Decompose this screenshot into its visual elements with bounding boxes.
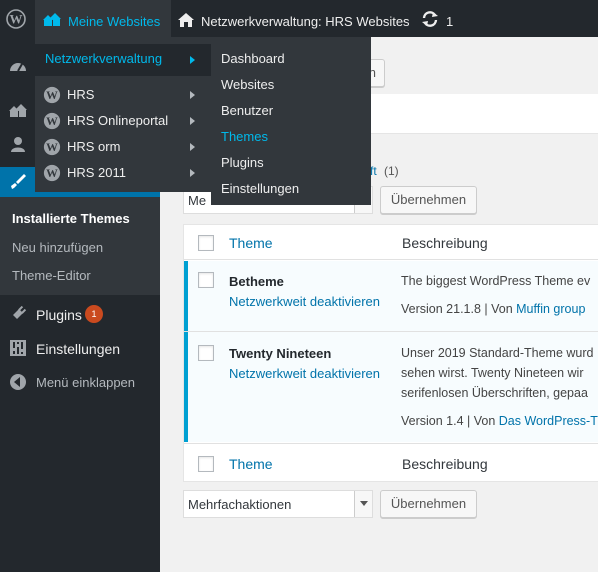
submenu-installed-themes[interactable]: Installierte Themes (12, 211, 130, 226)
column-theme-header[interactable]: Theme (229, 235, 273, 251)
chevron-right-icon (190, 56, 195, 64)
apply-button-bottom[interactable]: Übernehmen (380, 490, 477, 518)
row-checkbox[interactable] (198, 345, 214, 361)
theme-description-line: serifenlosen Überschriften, gepaa (401, 386, 588, 400)
site-label: HRS 2011 (67, 165, 127, 180)
sidebar-item-settings[interactable]: Einstellungen (36, 341, 120, 357)
network-admin-title[interactable]: Netzwerkverwaltung: HRS Websites (201, 14, 410, 29)
my-sites-menu[interactable]: Meine Websites (35, 0, 171, 37)
theme-name: Betheme (229, 274, 284, 289)
site-item-hrs-orm[interactable]: W HRS orm (35, 134, 211, 160)
chevron-right-icon (190, 169, 195, 177)
wordpress-icon: W (43, 86, 61, 104)
dashboard-icon[interactable] (8, 57, 28, 77)
network-admin-label: Netzwerkverwaltung (45, 51, 163, 66)
wordpress-icon: W (43, 164, 61, 182)
updates-icon[interactable] (421, 11, 439, 27)
wordpress-icon: W (43, 112, 61, 130)
select-all-checkbox-bottom[interactable] (198, 456, 214, 472)
author-link[interactable]: Muffin group (516, 302, 585, 316)
site-item-hrs-2011[interactable]: W HRS 2011 (35, 160, 211, 186)
version-text: Version 1.4 | Von (401, 414, 499, 428)
updates-count[interactable]: 1 (446, 14, 453, 29)
table-row: Twenty Nineteen Netzwerkweit deaktiviere… (184, 332, 598, 442)
author-link[interactable]: Das WordPress-T (499, 414, 598, 428)
theme-description-line: Unser 2019 Standard-Theme wurd (401, 346, 594, 360)
home-icon[interactable] (177, 12, 195, 28)
theme-version: Version 1.4 | Von Das WordPress-T (401, 414, 598, 428)
svg-text:W: W (10, 12, 23, 27)
wordpress-icon: W (43, 138, 61, 156)
svg-text:W: W (46, 141, 58, 154)
menu-item-dashboard[interactable]: Dashboard (221, 51, 285, 66)
site-item-hrs[interactable]: W HRS (35, 82, 211, 108)
brush-icon (11, 174, 26, 189)
wordpress-logo-icon[interactable]: W (6, 9, 26, 29)
chevron-right-icon (190, 143, 195, 151)
menu-item-plugins[interactable]: Plugins (221, 155, 264, 170)
themes-table: Theme Beschreibung Betheme Netzwerkweit … (183, 224, 598, 482)
theme-description-line: sehen wirst. Twenty Nineteen wir (401, 366, 584, 380)
theme-description: The biggest WordPress Theme ev (401, 274, 591, 288)
menu-item-users[interactable]: Benutzer (221, 103, 273, 118)
site-label: HRS Onlineportal (67, 113, 169, 128)
table-footer: Theme Beschreibung (184, 443, 598, 483)
theme-version: Version 21.1.8 | Von Muffin group (401, 302, 585, 316)
svg-text:W: W (46, 89, 58, 102)
table-header: Theme Beschreibung (184, 225, 598, 260)
submenu-theme-editor[interactable]: Theme-Editor (12, 268, 91, 283)
site-label: HRS orm (67, 139, 121, 154)
network-admin-submenu: Dashboard Websites Benutzer Themes Plugi… (211, 37, 371, 205)
network-deactivate-link[interactable]: Netzwerkweit deaktivieren (229, 294, 380, 309)
svg-text:W: W (46, 115, 58, 128)
column-description-header: Beschreibung (402, 235, 488, 251)
my-sites-label: Meine Websites (68, 14, 161, 29)
settings-icon (10, 340, 26, 356)
network-deactivate-link[interactable]: Netzwerkweit deaktivieren (229, 366, 380, 381)
chevron-right-icon (190, 91, 195, 99)
theme-name: Twenty Nineteen (229, 346, 332, 361)
filter-link[interactable]: ft (370, 164, 377, 178)
users-icon[interactable] (8, 135, 28, 155)
table-row: Betheme Netzwerkweit deaktivieren The bi… (184, 261, 598, 331)
plugins-update-badge: 1 (85, 305, 103, 323)
chevron-down-icon (354, 491, 372, 517)
bulk-actions-select-bottom[interactable]: Mehrfachaktionen (183, 490, 373, 518)
my-sites-dropdown: Netzwerkverwaltung W HRS W HRS Onlinepor… (35, 37, 211, 192)
menu-item-themes[interactable]: Themes (221, 129, 268, 144)
network-admin-item[interactable]: Netzwerkverwaltung (35, 44, 211, 76)
filter-count: (1) (384, 164, 399, 178)
sites-icon[interactable] (8, 101, 28, 121)
version-text: Version 21.1.8 | Von (401, 302, 517, 316)
column-theme-footer[interactable]: Theme (229, 456, 273, 472)
sidebar-item-plugins[interactable]: Plugins (36, 307, 82, 323)
site-label: HRS (67, 87, 95, 102)
plugins-icon (12, 305, 27, 320)
my-sites-icon (43, 13, 61, 26)
chevron-right-icon (190, 117, 195, 125)
menu-item-websites[interactable]: Websites (221, 77, 274, 92)
column-description-footer: Beschreibung (402, 456, 488, 472)
themes-submenu: Installierte Themes Neu hinzufügen Theme… (0, 197, 160, 295)
select-all-checkbox[interactable] (198, 235, 214, 251)
menu-item-settings[interactable]: Einstellungen (221, 181, 299, 196)
bulk-actions-value: Me (188, 193, 207, 208)
collapse-menu-icon (10, 374, 26, 390)
collapse-menu-button[interactable]: Menü einklappen (36, 375, 135, 390)
submenu-add-new[interactable]: Neu hinzufügen (12, 240, 103, 255)
site-item-hrs-onlineportal[interactable]: W HRS Onlineportal (35, 108, 211, 134)
svg-text:W: W (46, 167, 58, 180)
row-checkbox[interactable] (198, 272, 214, 288)
apply-button-top[interactable]: Übernehmen (380, 186, 477, 214)
admin-bar: W Meine Websites Netzwerkverwaltung: HRS… (0, 0, 598, 37)
bulk-actions-value: Mehrfachaktionen (188, 497, 292, 512)
